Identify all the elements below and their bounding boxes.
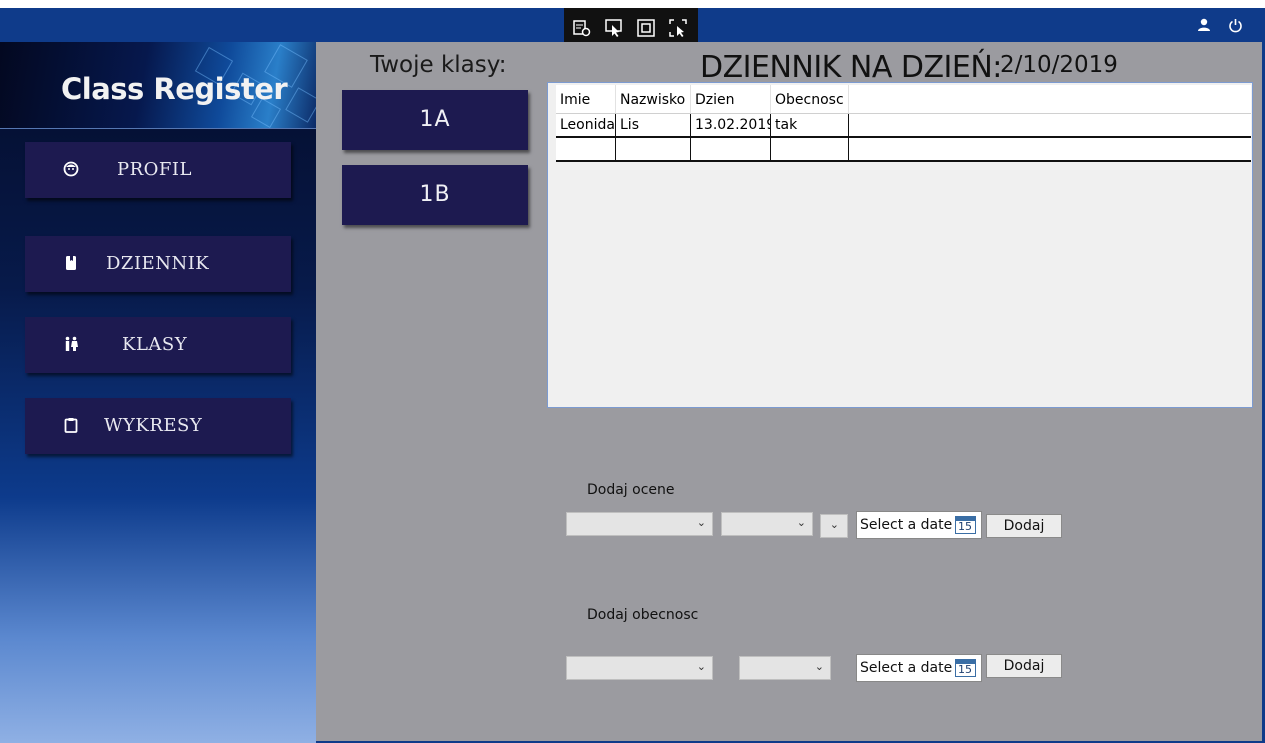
chevron-down-icon: ⌄ [696,517,706,529]
nav-wykresy-button[interactable]: WYKRESY [25,398,291,454]
clipboard-icon [63,417,79,433]
chevron-down-icon: ⌄ [696,661,706,673]
book-icon [63,255,79,271]
window-capture-icon[interactable] [636,18,656,38]
calendar-icon[interactable]: 15 [955,516,976,534]
nav-profil-button[interactable]: PROFIL [25,142,291,198]
column-header-imie[interactable]: Imie [556,85,616,113]
column-header-nazwisko[interactable]: Nazwisko [616,85,691,113]
nav-label: WYKRESY [104,415,203,436]
cell-dzien[interactable]: 13.02.2019 [691,114,771,136]
add-grade-label: Dodaj ocene [587,482,675,498]
people-icon [63,336,79,352]
cell-obecnosc[interactable]: tak [771,114,849,136]
column-header-obecnosc[interactable]: Obecnosc [771,85,849,113]
chevron-down-icon: ⌄ [814,661,824,673]
cell-imie[interactable]: Leonida [556,114,616,136]
date-placeholder: Select a date [860,660,953,676]
class-1b-button[interactable]: 1B [342,165,528,225]
nav-label: KLASY [122,334,188,355]
region-capture-icon[interactable] [668,18,688,38]
column-header-dzien[interactable]: Dzien [691,85,771,113]
attendance-grid[interactable]: Imie Nazwisko Dzien Obecnosc Leonida Lis… [547,82,1253,408]
screen-settings-icon[interactable] [572,18,592,38]
nav-dziennik-button[interactable]: DZIENNIK [25,236,291,292]
nav-label: PROFIL [117,159,192,180]
cell-nazwisko[interactable] [616,138,691,160]
journal-date: 2/10/2019 [1000,52,1118,78]
add-attendance-label: Dodaj obecnosc [587,607,699,623]
add-grade-button[interactable]: Dodaj [986,514,1062,538]
table-row[interactable]: Leonida Lis 13.02.2019 tak [556,114,1251,138]
grid-header: Imie Nazwisko Dzien Obecnosc [556,85,1251,114]
cell-imie[interactable] [556,138,616,160]
main-panel: Twoje klasy: 1A 1B DZIENNIK NA DZIEŃ: 2/… [316,42,1265,743]
journal-title: DZIENNIK NA DZIEŃ: [700,50,1002,85]
user-icon[interactable] [1197,18,1211,35]
window-top-border [0,0,1265,8]
select-pointer-icon[interactable] [604,18,624,38]
power-icon[interactable] [1228,18,1243,36]
calendar-icon[interactable]: 15 [955,659,976,677]
cell-obecnosc[interactable] [771,138,849,160]
nav-klasy-button[interactable]: KLASY [25,317,291,373]
cell-dzien[interactable] [691,138,771,160]
attendance-student-select[interactable]: ⌄ [566,656,713,680]
chevron-down-icon: ⌄ [796,517,806,529]
grade-value-select[interactable]: ⌄ [820,514,848,538]
app-title: Class Register [61,72,288,106]
hex-decoration [285,87,316,123]
attendance-date-picker[interactable]: Select a date 15 [856,654,982,682]
grade-date-picker[interactable]: Select a date 15 [856,511,982,539]
brand-header: Class Register [0,42,316,129]
nav-label: DZIENNIK [106,253,210,274]
table-row[interactable] [556,138,1251,162]
date-placeholder: Select a date [860,517,953,533]
grade-subject-select[interactable]: ⌄ [721,512,813,536]
sidebar: Class Register PROFIL DZIENNIK KLASY WYK… [0,42,316,743]
add-attendance-button[interactable]: Dodaj [986,654,1062,678]
attendance-status-select[interactable]: ⌄ [739,656,831,680]
grade-student-select[interactable]: ⌄ [566,512,713,536]
class-1a-button[interactable]: 1A [342,90,528,150]
chevron-down-icon: ⌄ [829,519,839,531]
face-icon [63,161,79,177]
cell-nazwisko[interactable]: Lis [616,114,691,136]
classes-title: Twoje klasy: [370,52,507,78]
